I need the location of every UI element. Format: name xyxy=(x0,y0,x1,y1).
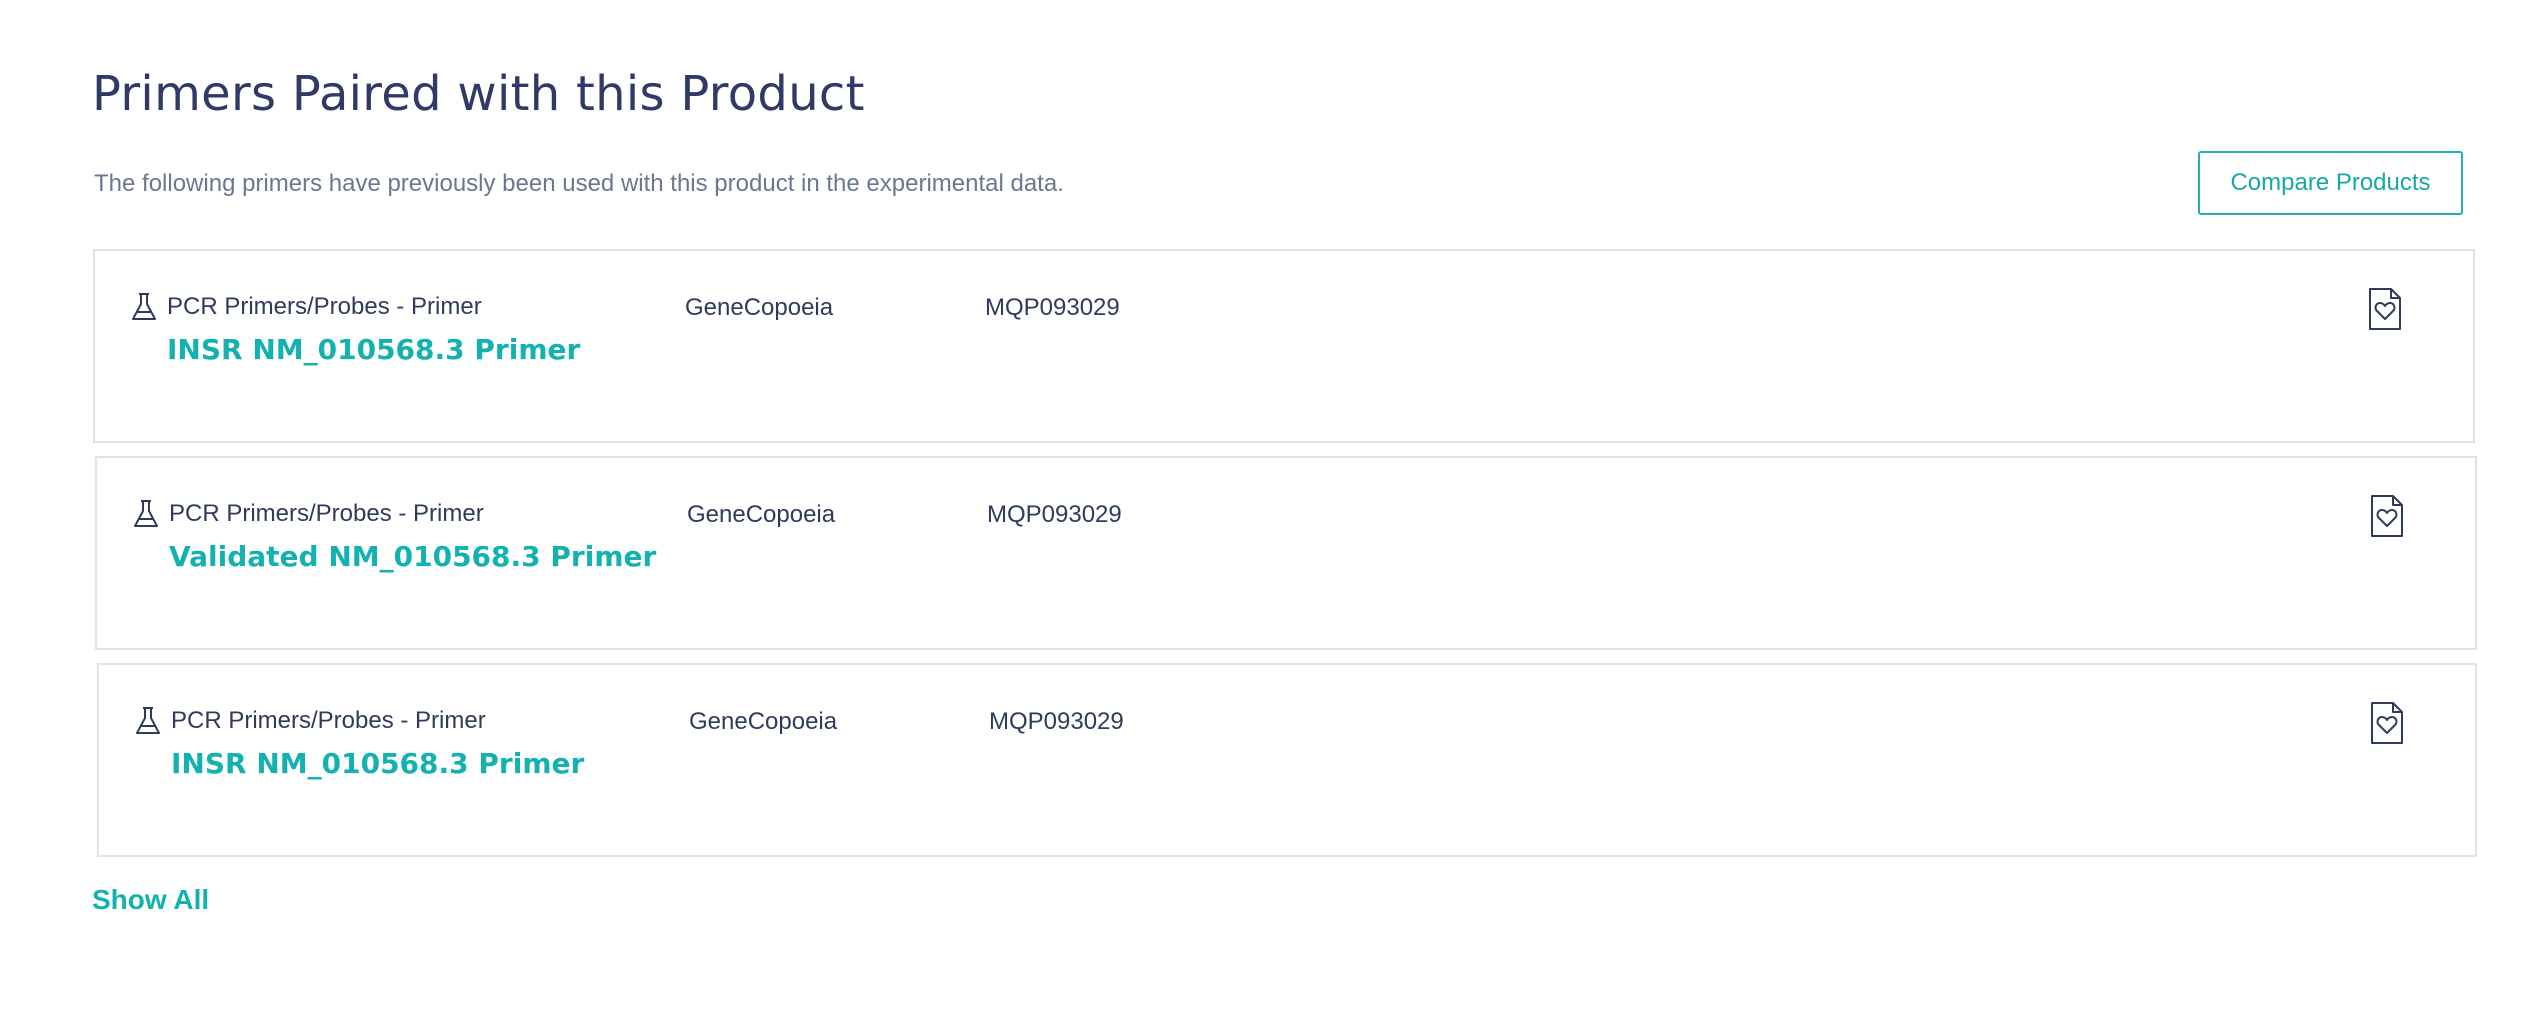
vendor-label: GeneCopoeia xyxy=(689,708,838,735)
category-row: PCR Primers/Probes - Primer xyxy=(133,705,486,737)
primer-name-link[interactable]: INSR NM_010568.3 Primer xyxy=(167,333,580,366)
primer-card: PCR Primers/Probes - Primer Validated NM… xyxy=(95,456,2477,650)
flask-icon xyxy=(136,707,160,734)
category-label: PCR Primers/Probes - Primer xyxy=(171,707,486,734)
flask-icon xyxy=(134,500,158,527)
primer-card: PCR Primers/Probes - Primer INSR NM_0105… xyxy=(93,249,2475,443)
document-heart-icon[interactable] xyxy=(2369,701,2405,745)
show-all-link[interactable]: Show All xyxy=(92,884,209,916)
document-heart-icon[interactable] xyxy=(2369,494,2405,538)
category-label: PCR Primers/Probes - Primer xyxy=(167,293,482,320)
flask-icon xyxy=(132,293,156,320)
document-heart-icon[interactable] xyxy=(2367,287,2403,331)
vendor-label: GeneCopoeia xyxy=(687,501,836,528)
primer-name-link[interactable]: Validated NM_010568.3 Primer xyxy=(169,540,656,573)
section-subtitle: The following primers have previously be… xyxy=(94,170,1064,197)
category-row: PCR Primers/Probes - Primer xyxy=(131,498,484,530)
catalog-number: MQP093029 xyxy=(985,294,1120,321)
catalog-number: MQP093029 xyxy=(989,708,1124,735)
catalog-number: MQP093029 xyxy=(987,501,1122,528)
section-title: Primers Paired with this Product xyxy=(92,66,865,122)
primer-card: PCR Primers/Probes - Primer INSR NM_0105… xyxy=(97,663,2477,857)
category-row: PCR Primers/Probes - Primer xyxy=(129,291,482,323)
category-label: PCR Primers/Probes - Primer xyxy=(169,500,484,527)
compare-products-button[interactable]: Compare Products xyxy=(2198,151,2463,215)
vendor-label: GeneCopoeia xyxy=(685,294,834,321)
primer-name-link[interactable]: INSR NM_010568.3 Primer xyxy=(171,747,584,780)
